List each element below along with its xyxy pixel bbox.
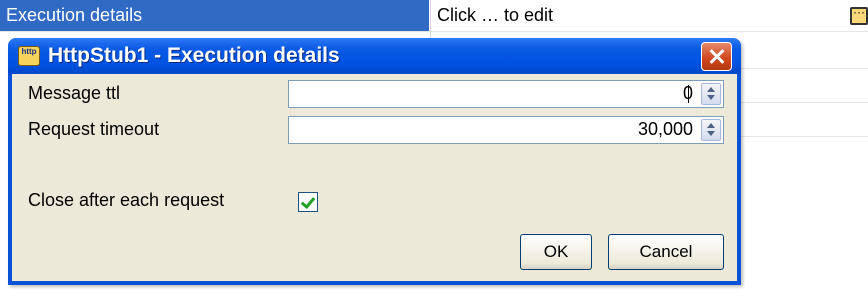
property-name[interactable]: Execution details bbox=[0, 0, 429, 31]
execution-details-dialog: http HttpStub1 - Execution details Messa… bbox=[8, 38, 741, 285]
cancel-button[interactable]: Cancel bbox=[608, 234, 724, 270]
request-timeout-spinner[interactable]: 30,000 bbox=[288, 116, 724, 144]
property-row-execution-details[interactable]: Execution details Click … to edit bbox=[0, 0, 868, 32]
message-ttl-label: Message ttl bbox=[28, 83, 121, 103]
request-timeout-label: Request timeout bbox=[28, 119, 160, 139]
ok-button[interactable]: OK bbox=[520, 234, 592, 270]
close-after-each-request-checkbox[interactable] bbox=[298, 192, 318, 212]
message-ttl-value: 0 bbox=[682, 83, 693, 103]
http-stub-icon: http bbox=[18, 46, 40, 66]
spin-arrows-icon[interactable] bbox=[701, 119, 721, 141]
dialog-body: Message ttl 0 Request timeout 30,000 Clo… bbox=[12, 74, 737, 281]
grid-row-line bbox=[740, 102, 868, 103]
dialog-titlebar[interactable]: http HttpStub1 - Execution details bbox=[8, 38, 741, 74]
grid-row-line bbox=[740, 136, 868, 137]
dialog-title: HttpStub1 - Execution details bbox=[48, 44, 340, 67]
spin-arrows-icon[interactable] bbox=[701, 83, 721, 105]
close-icon[interactable] bbox=[701, 42, 732, 71]
request-timeout-value: 30,000 bbox=[637, 119, 693, 139]
grid-row-line bbox=[740, 68, 868, 69]
property-value[interactable]: Click … to edit bbox=[431, 0, 868, 31]
ellipsis-edit-icon[interactable] bbox=[850, 5, 868, 25]
message-ttl-spinner[interactable]: 0 bbox=[288, 80, 724, 108]
close-after-each-request-label: Close after each request bbox=[28, 190, 225, 210]
